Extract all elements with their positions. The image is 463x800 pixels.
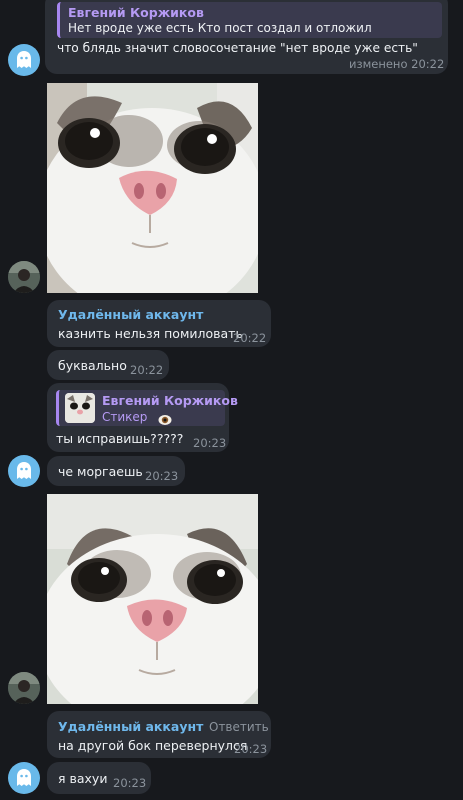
quote-text: Нет вроде уже есть Кто пост создал и отл… (68, 21, 372, 35)
reply-quote[interactable]: Евгений Коржиков Нет вроде уже есть Кто … (57, 2, 442, 38)
cat-sticker-image[interactable] (47, 83, 258, 293)
ghost-avatar-icon[interactable] (8, 44, 40, 76)
message-text: что блядь значит словосочетание "нет вро… (57, 41, 418, 55)
eye-emoji-icon (158, 411, 172, 425)
message-text: че моргаешь (58, 464, 143, 479)
message-bubble[interactable]: Евгений Коржиков Стикер ты исправишь????… (47, 383, 238, 452)
reply-quote[interactable]: Евгений Коржиков Стикер (56, 390, 238, 426)
message-text: я вахуи (58, 771, 108, 786)
message-bubble[interactable]: че моргаешь 20:23 (47, 456, 185, 486)
message-text: ты исправишь????? (56, 431, 184, 446)
message-bubble[interactable]: Удалённый аккаунт Ответить на другой бок… (47, 711, 271, 758)
message-bubble[interactable]: я вахуи 20:23 (47, 762, 151, 794)
message-bubble[interactable]: Удалённый аккаунт казнить нельзя помилов… (47, 300, 271, 347)
message-bubble[interactable]: буквально 20:22 (47, 350, 169, 380)
message-time: 20:22 (130, 363, 164, 377)
ghost-avatar-icon[interactable] (8, 762, 40, 794)
message-time: 20:23 (234, 742, 268, 756)
sticker-thumbnail (65, 393, 95, 423)
message-time: 20:23 (145, 469, 179, 483)
message-bubble[interactable]: Евгений Коржиков Нет вроде уже есть Кто … (45, 0, 448, 74)
sender-name[interactable]: Удалённый аккаунт (58, 719, 203, 734)
message-time: 20:23 (193, 436, 227, 450)
user-photo-avatar[interactable] (8, 261, 40, 293)
quote-text: Стикер (102, 410, 148, 424)
quote-author: Евгений Коржиков (102, 393, 238, 408)
message-edited-time: изменено 20:22 (349, 57, 445, 71)
sender-name[interactable]: Удалённый аккаунт (58, 307, 203, 322)
message-text: на другой бок перевернулся (58, 738, 248, 753)
ghost-avatar-icon[interactable] (8, 455, 40, 487)
reply-button[interactable]: Ответить (209, 720, 269, 734)
message-time: 20:22 (233, 331, 267, 345)
message-text: буквально (58, 358, 127, 373)
message-time: 20:23 (113, 776, 147, 790)
user-photo-avatar[interactable] (8, 672, 40, 704)
quote-author: Евгений Коржиков (68, 5, 204, 20)
message-text: казнить нельзя помиловать (58, 326, 243, 341)
cat-sticker-image[interactable] (47, 494, 258, 704)
